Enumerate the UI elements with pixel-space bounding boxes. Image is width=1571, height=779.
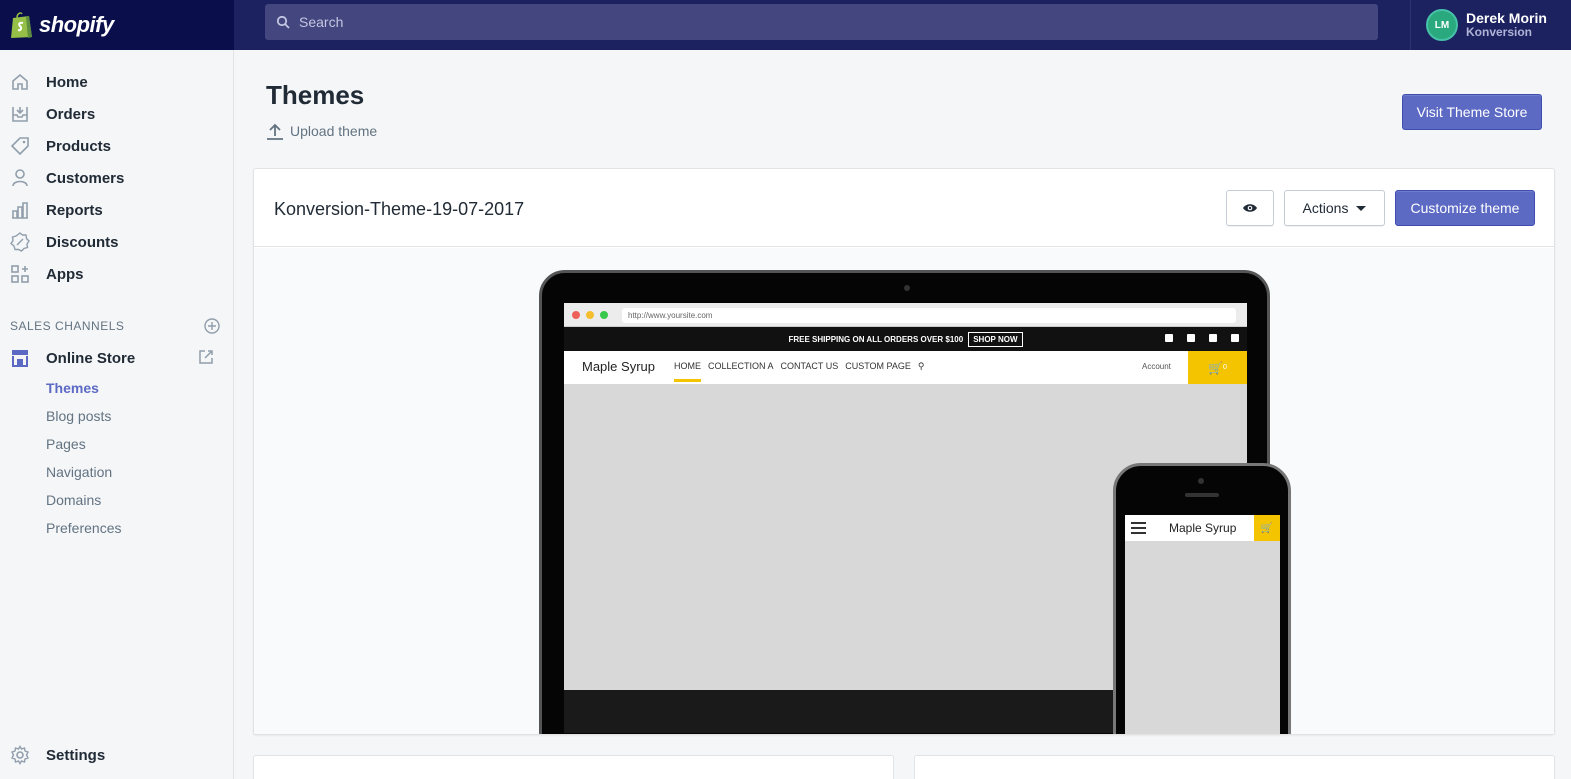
sales-channels-label: SALES CHANNELS	[10, 319, 125, 333]
theme-library-card-left	[253, 755, 894, 779]
phone-site-header: Maple Syrup 🛒	[1125, 515, 1280, 541]
phone-site-logo: Maple Syrup	[1169, 521, 1237, 535]
sidebar-item-label: Reports	[46, 201, 103, 219]
sidebar-item-label: Products	[46, 137, 112, 155]
sidebar-item-label: Online Store	[46, 349, 136, 367]
instagram-icon	[1209, 334, 1217, 342]
sidebar-sub-blog-posts[interactable]: Blog posts	[46, 408, 111, 424]
sidebar-sub-navigation[interactable]: Navigation	[46, 464, 112, 480]
shop-now-button: SHOP NOW	[968, 331, 1023, 347]
youtube-icon	[1231, 334, 1239, 342]
site-header: Maple Syrup HOME COLLECTION A CONTACT US…	[564, 351, 1247, 384]
phone-mockup: Maple Syrup 🛒	[1113, 463, 1291, 734]
twitter-icon	[1187, 334, 1195, 342]
phone-speaker	[1185, 493, 1219, 497]
site-nav-custom: CUSTOM PAGE	[845, 361, 911, 371]
theme-preview: http://www.yoursite.com FREE SHIPPING ON…	[254, 248, 1554, 734]
add-channel-icon[interactable]	[204, 318, 220, 334]
sidebar-item-label: Settings	[46, 746, 106, 764]
sidebar: Home Orders Products Customers Reports D…	[0, 50, 234, 779]
apps-icon	[9, 263, 31, 285]
site-account: Account	[1142, 362, 1171, 371]
cart-count: 0	[1223, 364, 1227, 371]
sidebar-sub-domains[interactable]: Domains	[46, 492, 101, 508]
social-icons	[1165, 334, 1239, 342]
sidebar-item-settings[interactable]: Settings	[0, 739, 233, 771]
promo-bar: FREE SHIPPING ON ALL ORDERS OVER $100 SH…	[564, 327, 1247, 351]
promo-text: FREE SHIPPING ON ALL ORDERS OVER $100	[788, 334, 964, 344]
user-name: Derek Morin	[1466, 9, 1547, 26]
theme-name: Konversion-Theme-19-07-2017	[274, 199, 525, 219]
phone-camera	[1198, 478, 1204, 484]
close-dot	[572, 311, 580, 319]
sidebar-item-reports[interactable]: Reports	[0, 194, 233, 226]
preview-button[interactable]	[1226, 190, 1274, 226]
laptop-camera	[904, 285, 910, 291]
sidebar-item-label: Customers	[46, 169, 125, 187]
sidebar-item-online-store[interactable]: Online Store	[0, 342, 233, 374]
caret-down-icon	[1356, 205, 1367, 211]
gear-icon	[9, 744, 31, 766]
avatar: LM	[1426, 9, 1458, 41]
phone-cart-icon: 🛒	[1254, 515, 1280, 541]
sidebar-sub-preferences[interactable]: Preferences	[46, 520, 121, 536]
sidebar-item-apps[interactable]: Apps	[0, 258, 233, 290]
external-link-icon[interactable]	[198, 349, 214, 365]
store-icon	[9, 347, 31, 369]
maximize-dot	[600, 311, 608, 319]
actions-label: Actions	[1302, 200, 1349, 216]
bar-chart-icon	[9, 199, 31, 221]
eye-icon	[1243, 204, 1257, 212]
shopify-bag-icon	[11, 12, 32, 38]
sidebar-item-label: Home	[46, 73, 88, 91]
minimize-dot	[586, 311, 594, 319]
sales-channels-heading: SALES CHANNELS	[10, 318, 220, 334]
search-input[interactable]: Search	[265, 4, 1378, 40]
shop-name: Konversion	[1466, 25, 1533, 40]
upload-theme-link[interactable]: Upload theme	[266, 122, 377, 140]
site-nav-collection: COLLECTION A	[708, 361, 774, 371]
browser-url: http://www.yoursite.com	[622, 308, 1236, 323]
site-nav-home: HOME	[674, 361, 701, 382]
site-cart-icon: 🛒 0	[1188, 351, 1247, 384]
tag-icon	[9, 135, 31, 157]
shopify-logo[interactable]: shopify	[0, 0, 234, 50]
sidebar-item-orders[interactable]: Orders	[0, 98, 233, 130]
site-nav-contact: CONTACT US	[780, 361, 839, 371]
sidebar-item-customers[interactable]: Customers	[0, 162, 233, 194]
user-menu[interactable]: LM Derek Morin Konversion	[1410, 0, 1571, 50]
phone-screen: Maple Syrup 🛒	[1125, 515, 1280, 734]
sidebar-item-label: Discounts	[46, 233, 119, 251]
upload-icon	[267, 123, 283, 140]
site-nav-links: HOME COLLECTION A CONTACT US CUSTOM PAGE…	[674, 361, 924, 382]
current-theme-card: Konversion-Theme-19-07-2017 Actions Cust…	[253, 168, 1555, 735]
discount-icon	[9, 231, 31, 253]
sidebar-item-discounts[interactable]: Discounts	[0, 226, 233, 258]
theme-library-card-right	[914, 755, 1555, 779]
home-icon	[9, 71, 31, 93]
facebook-icon	[1165, 334, 1173, 342]
search-icon	[276, 15, 290, 29]
sidebar-item-label: Orders	[46, 105, 96, 123]
sidebar-sub-themes[interactable]: Themes	[46, 380, 99, 396]
search-placeholder: Search	[299, 14, 344, 30]
customize-theme-button[interactable]: Customize theme	[1395, 190, 1535, 226]
sidebar-item-label: Apps	[46, 265, 84, 283]
sidebar-sub-pages[interactable]: Pages	[46, 436, 86, 452]
hamburger-icon	[1131, 522, 1146, 534]
sidebar-item-products[interactable]: Products	[0, 130, 233, 162]
top-bar: shopify Search LM Derek Morin Konversion	[0, 0, 1571, 50]
site-logo: Maple Syrup	[582, 359, 655, 374]
site-search-icon: ⚲	[917, 361, 925, 371]
card-header: Konversion-Theme-19-07-2017 Actions Cust…	[254, 169, 1554, 247]
upload-theme-label: Upload theme	[290, 123, 378, 139]
orders-icon	[9, 103, 31, 125]
page-title: Themes	[266, 80, 365, 110]
visit-theme-store-button[interactable]: Visit Theme Store	[1402, 94, 1542, 130]
brand-name: shopify	[39, 12, 114, 37]
person-icon	[9, 167, 31, 189]
actions-dropdown[interactable]: Actions	[1284, 190, 1385, 226]
sidebar-item-home[interactable]: Home	[0, 66, 233, 98]
browser-bar: http://www.yoursite.com	[564, 303, 1247, 327]
